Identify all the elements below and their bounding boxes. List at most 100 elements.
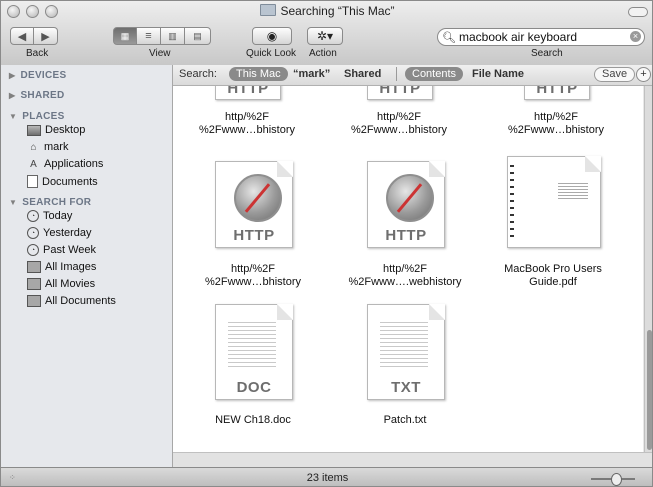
file-icon[interactable]: DOC [215,304,293,400]
status-bar: ⁘ 23 items [1,467,652,486]
gear-icon: ✲▾ [316,29,334,43]
toolbar: Searching “This Mac” ◀ ▶ Back ▦ ≡ ▥ ▤ Vi… [1,1,652,66]
sidebar-item-past-week[interactable]: ◔ Past Week [27,244,96,256]
back-button[interactable]: ◀ [10,27,34,45]
forward-button[interactable]: ▶ [34,27,58,45]
search-icon: 🔍︎ [442,31,456,44]
view-switcher: ▦ ≡ ▥ ▤ [113,27,211,45]
icon-view-icon: ▦ [120,30,130,41]
file-label[interactable]: Patch.txt [345,414,465,427]
disclosure-triangle-icon: ▶ [9,91,16,100]
finder-window: Searching “This Mac” ◀ ▶ Back ▦ ≡ ▥ ▤ Vi… [0,0,653,487]
item-count: 23 items [306,472,349,484]
file-label[interactable]: http/%2F %2Fwww…bhistory [339,111,459,137]
text-lines-icon [558,181,588,199]
desktop-icon [27,124,41,136]
file-icon[interactable]: HTTP [367,161,445,248]
disclosure-triangle-icon: ▼ [9,198,18,207]
scope-contents-button[interactable]: Contents [405,67,464,81]
clear-search-icon[interactable]: × [630,31,641,42]
sidebar-item-home[interactable]: ⌂ mark [27,141,68,153]
action-button[interactable]: ✲▾ [307,27,343,45]
scope-this-mac-button[interactable]: This Mac [229,67,288,81]
scrollbar-thumb[interactable] [647,330,652,450]
txt-preview-lines [380,319,428,367]
applications-icon: A [30,158,37,170]
horizontal-scrollbar[interactable] [173,452,652,468]
quicklook-label: Quick Look [246,48,297,59]
slider-knob[interactable] [611,473,622,486]
list-view-icon: ≡ [145,30,152,42]
eye-icon: ◉ [266,29,278,43]
pdf-thumbnail[interactable] [507,156,601,248]
search-input[interactable] [458,30,609,44]
scope-divider [396,67,397,81]
quicklook-button[interactable]: ◉ [252,27,292,45]
smart-folder-icon [27,295,41,307]
file-label[interactable]: http/%2F %2Fwww…bhistory [187,111,307,137]
file-label[interactable]: http/%2F %2Fwww…bhistory [496,111,616,137]
smart-folder-icon [27,278,41,290]
action-label: Action [309,48,337,59]
sidebar-section-shared[interactable]: ▶ SHARED [9,90,64,101]
sidebar-item-all-movies[interactable]: All Movies [27,278,95,290]
view-label: View [149,48,171,59]
chevron-left-icon: ◀ [17,30,27,43]
sidebar-section-devices[interactable]: ▶ DEVICES [9,70,66,81]
scope-shared-button[interactable]: Shared [344,68,381,80]
chevron-right-icon: ▶ [41,30,50,43]
sidebar-item-documents[interactable]: Documents [27,175,98,188]
smart-folder-icon [27,261,41,273]
results-icon-view: HTTP http/%2F %2Fwww…bhistory HTTP http/… [173,86,643,452]
column-view-icon: ▥ [168,30,177,41]
icon-view-button[interactable]: ▦ [113,27,137,45]
add-criteria-button[interactable]: + [636,67,651,82]
clock-icon: ◔ [27,244,39,256]
file-label[interactable]: http/%2F %2Fwww…bhistory [193,263,313,289]
documents-icon [27,175,38,188]
sidebar-item-yesterday[interactable]: ◔ Yesterday [27,227,92,239]
sidebar-item-all-images[interactable]: All Images [27,261,96,273]
scope-mark-button[interactable]: “mark” [293,68,330,80]
sidebar-section-search-for[interactable]: ▼ SEARCH FOR [9,197,91,208]
save-search-button[interactable]: Save [594,67,636,82]
file-icon[interactable]: HTTP [524,86,590,100]
file-label[interactable]: MacBook Pro Users Guide.pdf [493,263,613,289]
sidebar-item-all-documents[interactable]: All Documents [27,295,116,307]
list-view-button[interactable]: ≡ [137,27,161,45]
file-label[interactable]: http/%2F %2Fwww….webhistory [345,263,465,289]
home-icon: ⌂ [30,141,37,153]
file-icon[interactable]: HTTP [367,86,433,100]
clock-icon: ◔ [27,227,39,239]
icon-size-slider[interactable] [591,473,635,486]
window-title: Searching “This Mac” [1,4,652,18]
file-icon[interactable]: TXT [367,304,445,400]
file-label[interactable]: NEW Ch18.doc [193,414,313,427]
scope-search-label: Search: [179,68,217,80]
sidebar-section-places[interactable]: ▼ PLACES [9,111,65,122]
safari-compass-icon [234,174,282,222]
sidebar-item-today[interactable]: ◔ Today [27,210,72,222]
toolbar-toggle-button[interactable] [628,7,648,17]
file-icon[interactable]: HTTP [215,161,293,248]
back-label: Back [26,48,49,59]
safari-compass-icon [386,174,434,222]
file-icon[interactable]: HTTP [215,86,281,100]
folder-icon [260,4,277,16]
disclosure-triangle-icon: ▶ [9,71,16,80]
coverflow-icon: ▤ [193,30,202,41]
search-label: Search [531,48,563,59]
sidebar-item-applications[interactable]: A Applications [27,158,103,170]
sidebar: ▶ DEVICES ▶ SHARED ▼ PLACES Desktop ⌂ mark A… [1,65,173,467]
coverflow-view-button[interactable]: ▤ [185,27,211,45]
doc-preview-lines [228,319,276,367]
sidebar-item-desktop[interactable]: Desktop [27,124,85,136]
vertical-scrollbar[interactable] [644,86,652,452]
back-forward-control: ◀ ▶ [10,27,58,45]
search-field[interactable]: 🔍︎ × [437,28,645,46]
column-view-button[interactable]: ▥ [161,27,185,45]
spiral-binding-icon [510,165,514,241]
clock-icon: ◔ [27,210,39,222]
scope-file-name-button[interactable]: File Name [472,68,524,80]
disclosure-triangle-icon: ▼ [9,112,18,121]
